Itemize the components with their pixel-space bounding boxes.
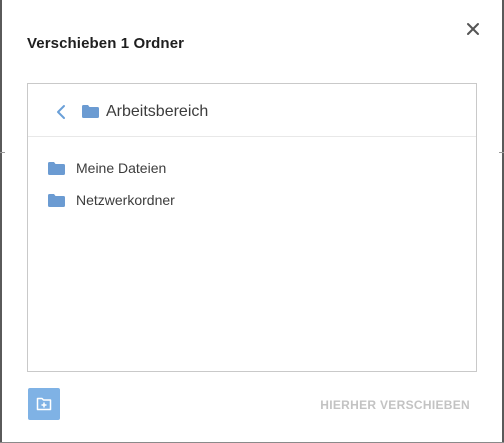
- background-divider-left: [0, 152, 5, 153]
- list-item-meine-dateien[interactable]: Meine Dateien: [28, 153, 476, 183]
- folder-icon: [48, 162, 65, 175]
- current-folder-label: Arbeitsbereich: [106, 103, 209, 120]
- close-icon: [467, 23, 479, 35]
- folder-browser: Arbeitsbereich Meine Dateien Netzwerkord…: [27, 83, 477, 372]
- chevron-left-icon: [57, 105, 65, 119]
- move-dialog: Verschieben 1 Ordner Arbeitsbereich Mein…: [0, 0, 504, 443]
- list-item-label: Netzwerkordner: [76, 192, 175, 208]
- dialog-title: Verschieben 1 Ordner: [27, 35, 185, 52]
- folder-icon: [48, 194, 65, 207]
- folder-icon: [82, 105, 99, 118]
- new-folder-icon: [36, 397, 52, 411]
- list-item-netzwerkordner[interactable]: Netzwerkordner: [28, 185, 476, 215]
- folder-browser-header: Arbeitsbereich: [28, 84, 476, 137]
- background-divider-right: [499, 152, 504, 153]
- close-button[interactable]: [463, 19, 483, 39]
- move-here-button[interactable]: HIERHER VERSCHIEBEN: [320, 398, 470, 412]
- new-folder-button[interactable]: [28, 388, 60, 420]
- back-button[interactable]: [54, 104, 68, 120]
- list-item-label: Meine Dateien: [76, 160, 167, 176]
- window-edge-left: [0, 0, 2, 443]
